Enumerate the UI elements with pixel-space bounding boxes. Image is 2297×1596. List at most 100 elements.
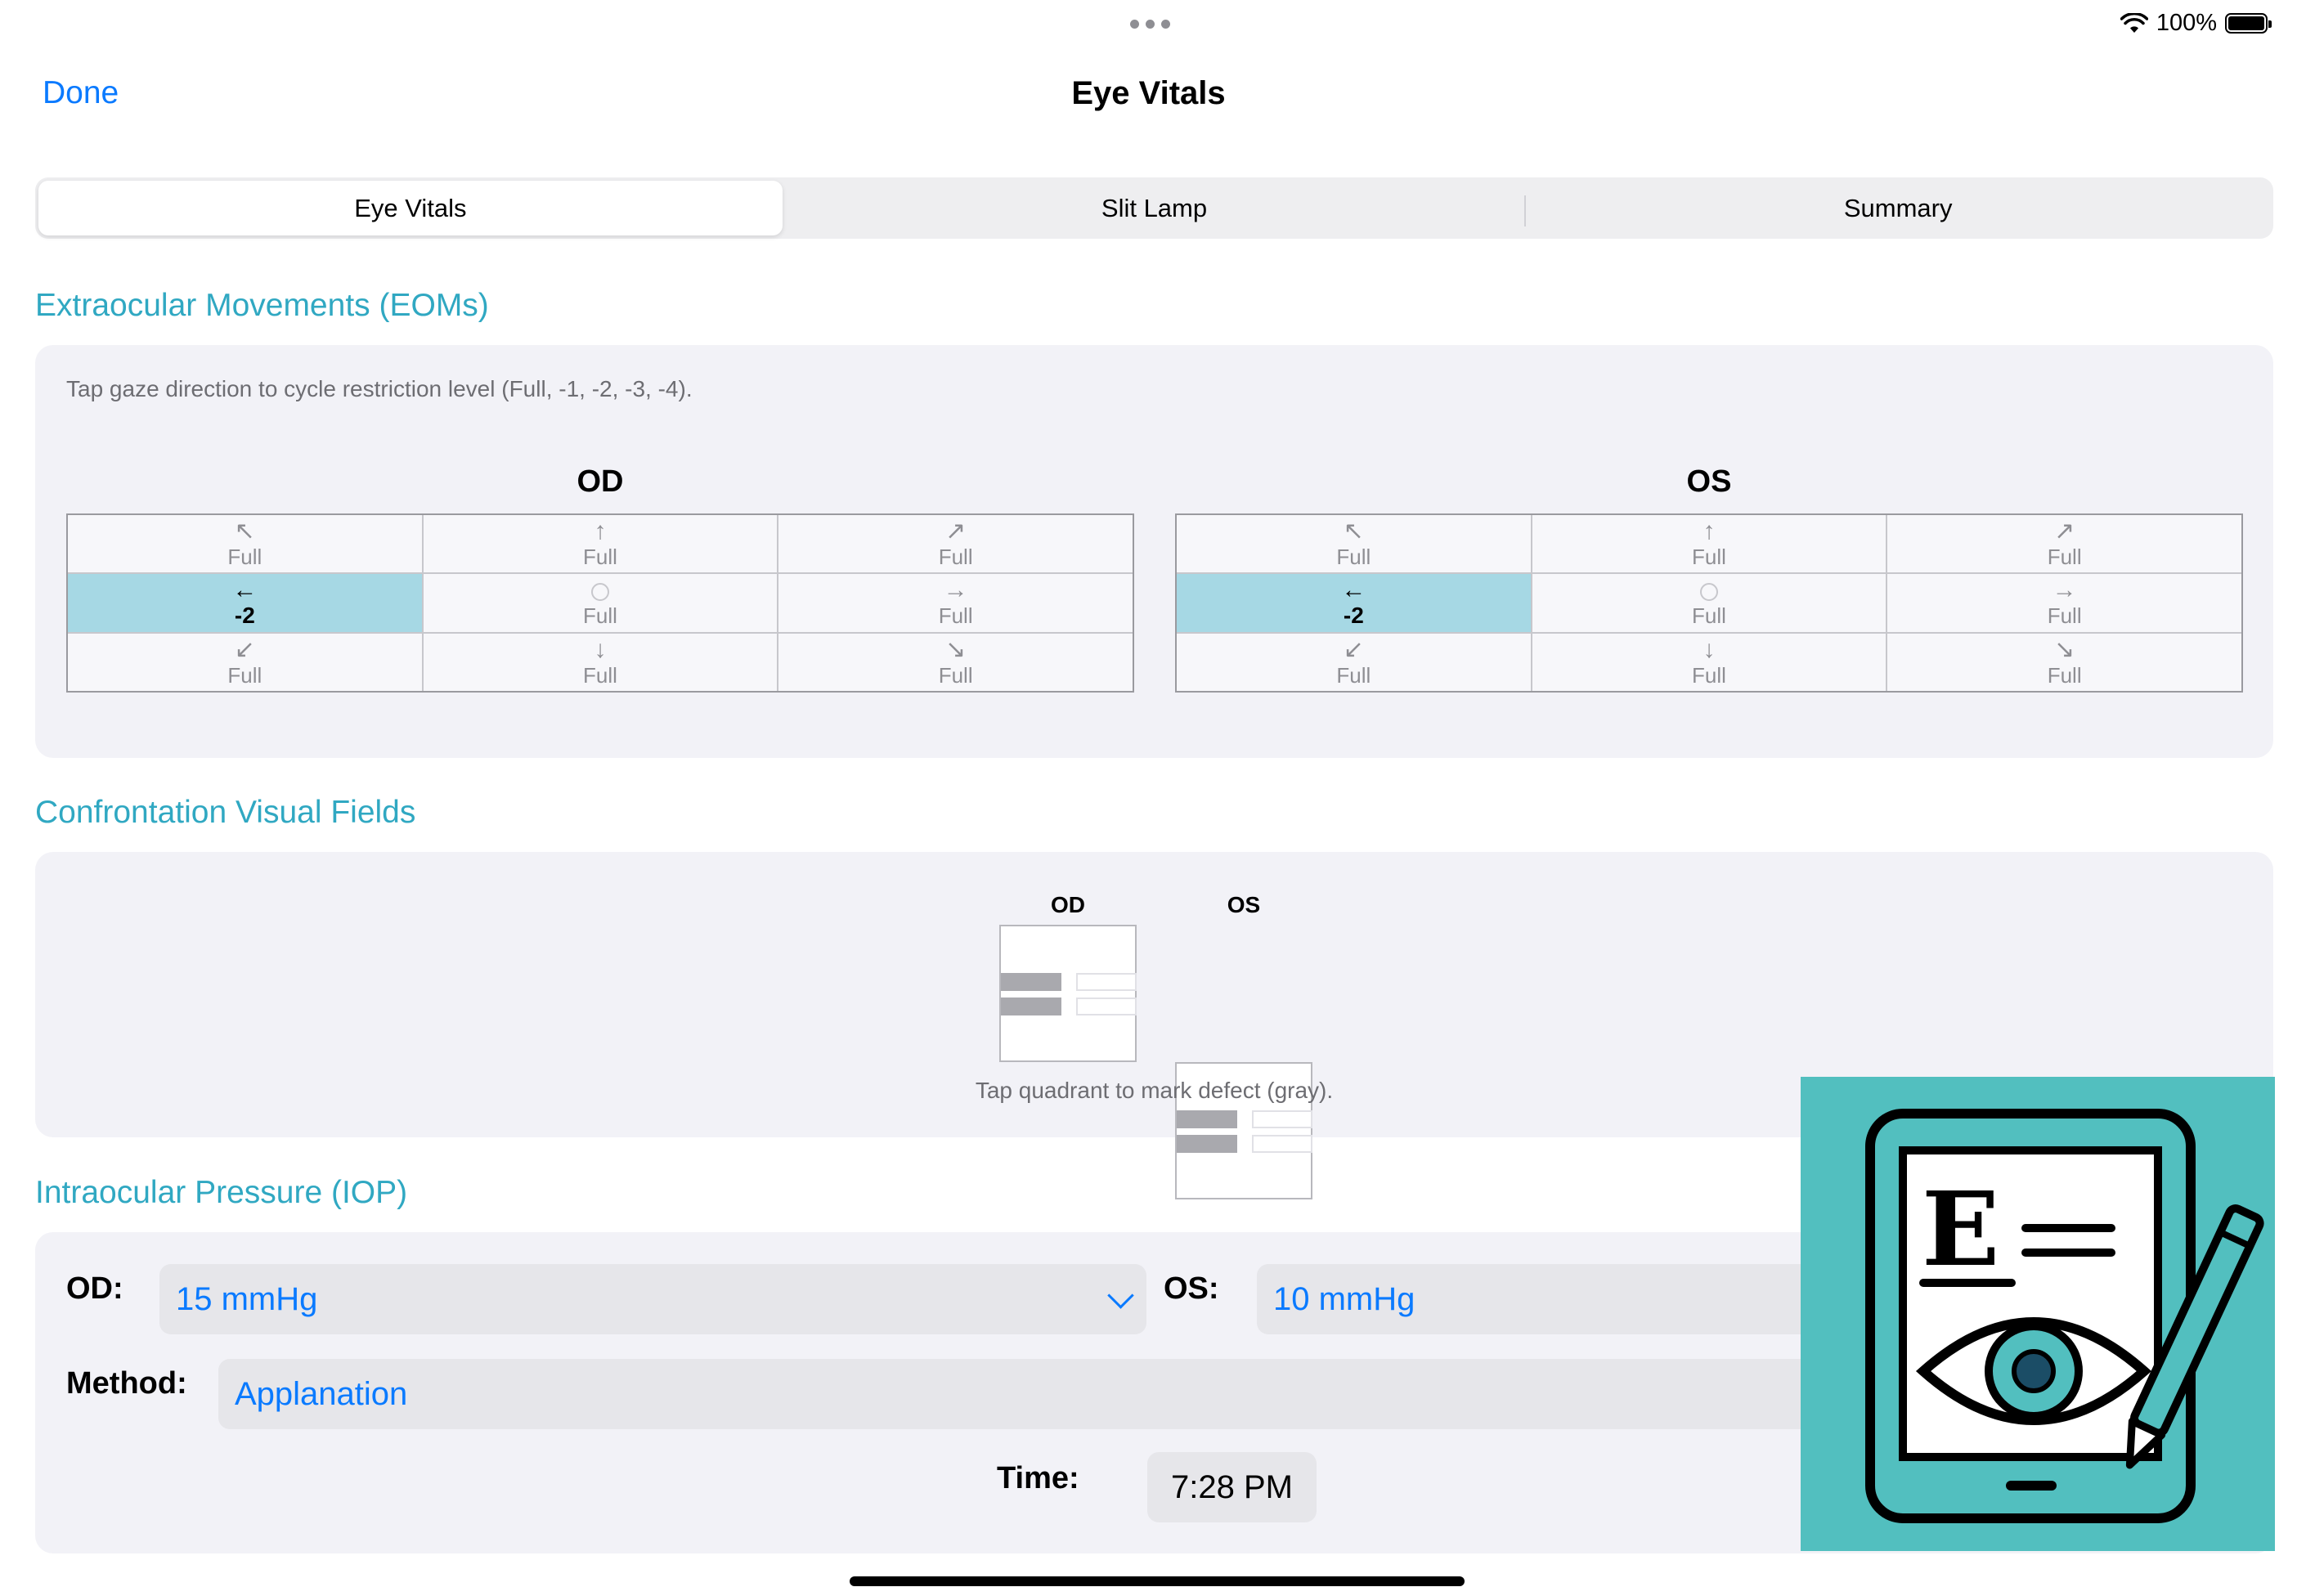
arrow-right-icon: → [943, 576, 968, 604]
eom-os-cell[interactable]: ← -2 [1177, 574, 1531, 632]
eom-cell-value: Full [938, 545, 973, 570]
tab-slit-lamp[interactable]: Slit Lamp [783, 181, 1527, 235]
arrow-up-left-icon: ↖ [234, 518, 255, 545]
tab-bar: Eye Vitals Slit Lamp Summary [35, 177, 2273, 239]
iop-time-picker[interactable]: 7:28 PM [1147, 1452, 1317, 1522]
eom-od-cell[interactable]: → Full [778, 574, 1133, 632]
eom-os-label: OS [1686, 464, 1732, 499]
eom-os-cell[interactable]: ↑ Full [1532, 515, 1887, 573]
cvf-od-label: OD [1051, 892, 1085, 917]
eom-od-cell[interactable]: ↑ Full [423, 515, 778, 573]
eom-cell-value: Full [2047, 545, 2082, 570]
iop-os-label: OS: [1164, 1271, 1219, 1306]
vf-quadrant[interactable] [1177, 1110, 1237, 1128]
eom-cell-value: Full [1336, 662, 1371, 688]
vf-quadrant[interactable] [1252, 1110, 1312, 1128]
eom-cell-value: -2 [1343, 603, 1364, 629]
eom-od-cell[interactable]: ↓ Full [423, 633, 778, 691]
arrow-up-right-icon: ↗ [2054, 518, 2075, 545]
tab-summary[interactable]: Summary [1526, 181, 2270, 235]
chevron-down-icon [1107, 1281, 1134, 1309]
center-circle-icon [590, 582, 609, 601]
arrow-up-left-icon: ↖ [1343, 518, 1364, 545]
eom-od-label: OD [576, 464, 624, 499]
eom-cell-value: Full [1692, 545, 1726, 570]
eom-od-cell[interactable]: ↙ Full [68, 633, 422, 691]
arrow-up-icon: ↑ [1703, 518, 1716, 545]
eom-os-cell[interactable]: ↓ Full [1532, 633, 1887, 691]
eom-os-cell[interactable]: ↗ Full [1887, 515, 2241, 573]
eye-chart-tablet-logo: E [1801, 1077, 2275, 1551]
status-bar: 100% [2120, 10, 2272, 37]
arrow-up-right-icon: ↗ [945, 518, 967, 545]
eom-os-cell[interactable]: ↙ Full [1177, 633, 1531, 691]
eom-cell-value: Full [938, 603, 973, 629]
eom-cell-value: Full [583, 662, 617, 688]
eom-os-cell[interactable]: → Full [1887, 574, 2241, 632]
page-title: Eye Vitals [1071, 75, 1226, 111]
battery-percent: 100% [2156, 10, 2217, 36]
svg-text:E: E [1922, 1170, 1999, 1289]
eom-cell-value: Full [2047, 662, 2082, 688]
eom-cell-value: Full [227, 545, 262, 570]
iop-od-label: OD: [66, 1271, 123, 1306]
arrow-right-icon: → [2052, 576, 2077, 604]
arrow-up-icon: ↑ [594, 518, 607, 545]
battery-icon [2225, 13, 2272, 34]
vf-quadrant[interactable] [1076, 973, 1137, 991]
iop-method-value: Applanation [235, 1375, 408, 1412]
eom-cell-value: Full [1336, 545, 1371, 570]
iop-time-label: Time: [997, 1461, 1079, 1495]
arrow-down-right-icon: ↘ [945, 635, 967, 663]
eom-cell-value: Full [2047, 603, 2082, 629]
eom-hint: Tap gaze direction to cycle restriction … [66, 376, 693, 401]
cvf-od-box [999, 925, 1137, 1062]
eom-section-title: Extraocular Movements (EOMs) [35, 288, 489, 323]
arrow-down-left-icon: ↙ [1343, 635, 1364, 663]
eom-od-cell[interactable]: Full [423, 574, 778, 632]
eom-os-cell[interactable]: ↘ Full [1887, 633, 2241, 691]
eom-cell-value: Full [227, 662, 262, 688]
iop-os-value: 10 mmHg [1273, 1280, 1415, 1317]
vf-quadrant[interactable] [1252, 1135, 1312, 1153]
eye-exam-tablet-icon: E [1865, 1109, 2264, 1523]
iop-method-label: Method: [66, 1366, 187, 1401]
iop-od-picker[interactable]: 15 mmHg [159, 1264, 1146, 1334]
cvf-os-label: OS [1227, 892, 1261, 917]
vf-quadrant[interactable] [1001, 973, 1061, 991]
arrow-down-left-icon: ↙ [234, 635, 255, 663]
eom-od-grid: ↖ Full ↑ Full ↗ Full ← -2 Full → Full ↙ Full ↓ Full ↘ Fu… [66, 513, 1134, 693]
iop-od-value: 15 mmHg [176, 1280, 318, 1317]
eom-od-cell[interactable]: ↖ Full [68, 515, 422, 573]
vf-quadrant[interactable] [1177, 1135, 1237, 1153]
home-indicator[interactable] [850, 1576, 1465, 1586]
multitasking-dots-icon[interactable] [1130, 20, 1170, 29]
eom-cell-value: Full [938, 662, 973, 688]
eom-cell-value: -2 [234, 603, 255, 629]
cvf-section-title: Confrontation Visual Fields [35, 795, 416, 830]
eom-od-cell[interactable]: ↗ Full [778, 515, 1133, 573]
arrow-down-icon: ↓ [594, 635, 607, 663]
arrow-down-icon: ↓ [1703, 635, 1716, 663]
vf-quadrant[interactable] [1076, 998, 1137, 1015]
vf-quadrant[interactable] [1001, 998, 1061, 1015]
eom-od-cell[interactable]: ↘ Full [778, 633, 1133, 691]
eom-os-cell[interactable]: ↖ Full [1177, 515, 1531, 573]
eom-cell-value: Full [1692, 603, 1726, 628]
center-circle-icon [1699, 582, 1718, 601]
wifi-icon [2120, 12, 2148, 33]
arrow-down-right-icon: ↘ [2054, 635, 2075, 663]
tab-eye-vitals[interactable]: Eye Vitals [38, 181, 783, 235]
eom-cell-value: Full [1692, 662, 1726, 688]
eom-od-cell[interactable]: ← -2 [68, 574, 422, 632]
iop-section-title: Intraocular Pressure (IOP) [35, 1175, 408, 1210]
done-button[interactable]: Done [43, 75, 119, 111]
tab-label: Slit Lamp [1101, 193, 1208, 222]
arrow-left-icon: ← [1341, 576, 1366, 604]
arrow-left-icon: ← [232, 576, 258, 604]
eom-os-grid: ↖ Full ↑ Full ↗ Full ← -2 Full → Full ↙ Full ↓ Full ↘ Fu… [1175, 513, 2243, 693]
eom-cell-value: Full [583, 603, 617, 628]
eom-cell-value: Full [583, 545, 617, 570]
eom-os-cell[interactable]: Full [1532, 574, 1887, 632]
eom-card: Tap gaze direction to cycle restriction … [35, 345, 2273, 758]
